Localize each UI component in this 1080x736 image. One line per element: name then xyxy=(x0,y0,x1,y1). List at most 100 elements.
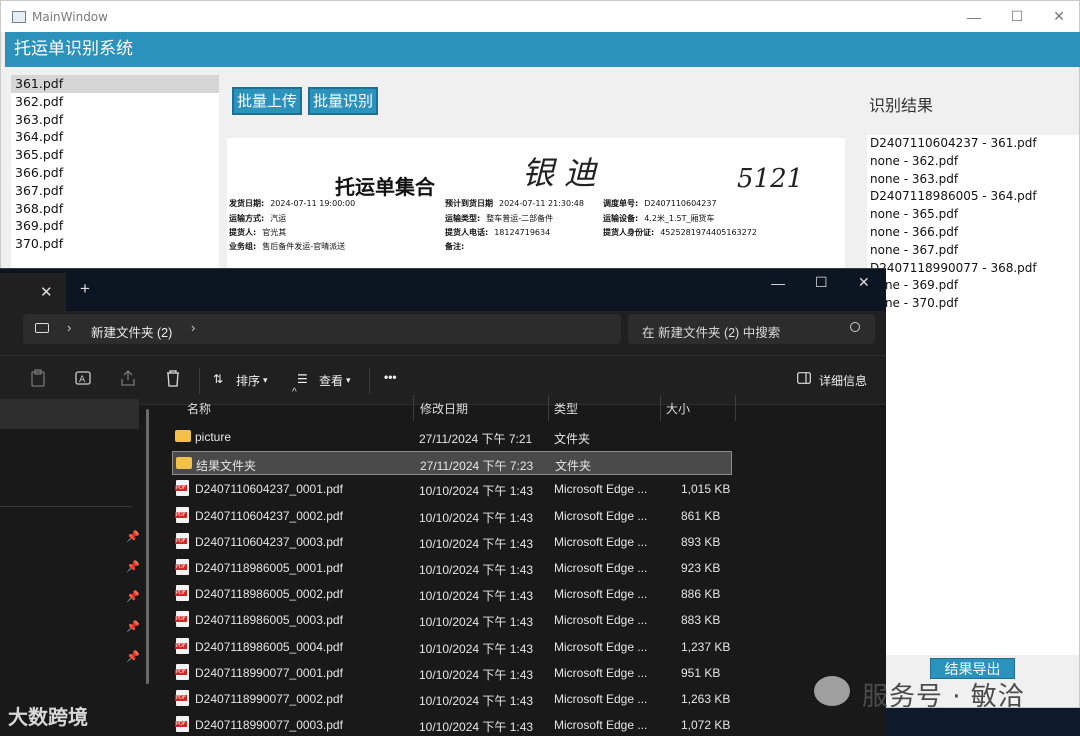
new-tab-icon[interactable]: + xyxy=(80,279,90,299)
file-type: 文件夹 xyxy=(555,459,592,474)
file-list[interactable]: 361.pdf 362.pdf 363.pdf 364.pdf 365.pdf 366.p… xyxy=(11,75,219,280)
pdf-icon xyxy=(175,690,189,706)
file-list-item[interactable]: 365.pdf xyxy=(11,146,219,164)
file-row[interactable]: D2407118990077_0002.pdf 10/10/2024 下午 1:4… xyxy=(172,687,732,711)
file-list-item[interactable]: 363.pdf xyxy=(11,111,219,129)
file-list-item[interactable]: 370.pdf xyxy=(11,235,219,253)
computer-icon[interactable] xyxy=(35,323,49,333)
batch-upload-button[interactable]: 批量上传 xyxy=(232,87,303,115)
file-list-item[interactable]: 362.pdf xyxy=(11,93,219,111)
paste-icon[interactable] xyxy=(30,369,46,387)
file-row[interactable]: D2407118986005_0001.pdf 10/10/2024 下午 1:4… xyxy=(172,556,732,580)
column-divider[interactable] xyxy=(660,395,661,421)
result-item[interactable]: none - 369.pdf xyxy=(867,277,1079,295)
breadcrumb[interactable]: 新建文件夹 (2) xyxy=(91,322,172,341)
search-input[interactable]: 在 新建文件夹 (2) 中搜索 xyxy=(628,314,875,344)
file-name: picture xyxy=(195,430,232,444)
details-pane-icon[interactable] xyxy=(797,372,811,384)
file-date: 10/10/2024 下午 1:43 xyxy=(419,510,534,525)
preview-field: 备注: xyxy=(445,241,470,252)
column-size[interactable]: 大小 xyxy=(666,400,690,426)
file-name: 结果文件夹 xyxy=(196,459,257,474)
sort-button[interactable]: 排序 xyxy=(236,372,260,389)
file-list-item[interactable]: 364.pdf xyxy=(11,128,219,146)
file-row[interactable]: D2407118990077_0001.pdf 10/10/2024 下午 1:4… xyxy=(172,661,732,685)
column-date[interactable]: 修改日期 xyxy=(420,400,468,426)
file-list-item[interactable]: 368.pdf xyxy=(11,200,219,218)
file-size: 951 KB xyxy=(681,665,721,680)
file-date: 27/11/2024 下午 7:21 xyxy=(419,432,533,446)
view-icon[interactable]: ☰ xyxy=(297,372,308,386)
minimize-button[interactable]: — xyxy=(951,1,997,32)
result-item[interactable]: none - 362.pdf xyxy=(867,153,1079,171)
result-item[interactable]: D2407110604237 - 361.pdf xyxy=(867,135,1079,153)
preview-field-value: D2407110604237 xyxy=(644,199,717,208)
result-item[interactable]: none - 370.pdf xyxy=(867,295,1079,313)
result-item[interactable]: D2407118990077 - 368.pdf xyxy=(867,260,1079,278)
close-tab-icon[interactable]: ✕ xyxy=(40,283,53,301)
preview-field-label: 提货人电话: xyxy=(445,228,489,237)
preview-field: 业务组: 售后备件发运-官晴派送 xyxy=(229,241,345,252)
file-row[interactable]: D2407110604237_0001.pdf 10/10/2024 下午 1:4… xyxy=(172,477,732,501)
preview-field: 提货人电话: 18124719634 xyxy=(445,227,550,238)
file-row[interactable]: D2407118986005_0002.pdf 10/10/2024 下午 1:4… xyxy=(172,582,732,606)
file-row[interactable]: 结果文件夹 27/11/2024 下午 7:23 文件夹 xyxy=(172,451,732,476)
rename-icon[interactable]: A xyxy=(75,369,91,387)
share-icon[interactable] xyxy=(120,369,136,387)
delete-icon[interactable] xyxy=(165,369,181,387)
file-name: D2407110604237_0002.pdf xyxy=(195,508,343,523)
result-item[interactable]: none - 366.pdf xyxy=(867,224,1079,242)
title-bar: MainWindow — ☐ ✕ xyxy=(1,1,1079,32)
file-type: Microsoft Edge ... xyxy=(554,692,648,706)
maximize-button[interactable]: ☐ xyxy=(994,1,1040,32)
file-list-item[interactable]: 361.pdf xyxy=(11,75,219,93)
pdf-icon xyxy=(175,611,189,628)
file-list-item[interactable]: 366.pdf xyxy=(11,164,219,182)
result-item[interactable]: none - 365.pdf xyxy=(867,206,1079,224)
pin-icon: 📌 xyxy=(126,651,140,663)
column-divider[interactable] xyxy=(548,395,549,421)
explorer-tab[interactable]: ✕ xyxy=(0,273,66,311)
preview-field-value: 452528197440516327​2 xyxy=(660,228,757,237)
pdf-icon xyxy=(175,532,189,549)
pin-icon: 📌 xyxy=(126,561,140,573)
column-name[interactable]: 名称 xyxy=(187,400,211,426)
explorer-tab-bar: ✕ + — ☐ ✕ xyxy=(0,269,886,311)
file-list-item[interactable]: 369.pdf xyxy=(11,217,219,235)
pin-icon: 📌 xyxy=(126,621,140,633)
file-size: 861 KB xyxy=(681,508,721,523)
results-list[interactable]: D2407110604237 - 361.pdf none - 362.pdf no… xyxy=(867,135,1079,655)
result-item[interactable]: D2407118986005 - 364.pdf xyxy=(867,188,1079,206)
file-type: 文件夹 xyxy=(554,432,591,446)
explorer-maximize-button[interactable]: ☐ xyxy=(815,274,828,291)
chevron-right-icon[interactable]: › xyxy=(191,320,195,335)
column-divider[interactable] xyxy=(735,395,736,421)
sort-icon[interactable]: ⇅ xyxy=(213,372,223,386)
address-bar[interactable]: › 新建文件夹 (2) › xyxy=(23,314,621,344)
pdf-icon xyxy=(175,637,189,654)
explorer-minimize-button[interactable]: — xyxy=(771,275,785,291)
view-button[interactable]: 查看 xyxy=(319,372,343,389)
nav-scrollbar[interactable] xyxy=(146,409,149,684)
file-row[interactable]: picture 27/11/2024 下午 7:21 文件夹 xyxy=(172,425,732,449)
file-date: 10/10/2024 下午 1:43 xyxy=(419,720,534,735)
file-row[interactable]: D2407118986005_0003.pdf 10/10/2024 下午 1:4… xyxy=(172,608,732,632)
batch-recognize-button[interactable]: 批量识别 xyxy=(308,87,379,115)
details-button[interactable]: 详细信息 xyxy=(819,372,867,389)
preview-field-label: 运输设备: xyxy=(603,214,639,223)
file-row[interactable]: D2407118990077_0003.pdf 10/10/2024 下午 1:4… xyxy=(172,713,732,736)
more-options-icon[interactable]: ••• xyxy=(384,370,397,384)
nav-selected-item[interactable] xyxy=(0,399,139,429)
file-list-item[interactable]: 367.pdf xyxy=(11,182,219,200)
file-row[interactable]: D2407110604237_0003.pdf 10/10/2024 下午 1:4… xyxy=(172,530,732,554)
result-item[interactable]: none - 363.pdf xyxy=(867,171,1079,189)
result-item[interactable]: none - 367.pdf xyxy=(867,242,1079,260)
file-row[interactable]: D2407110604237_0002.pdf 10/10/2024 下午 1:4… xyxy=(172,504,732,528)
file-row[interactable]: D2407118986005_0004.pdf 10/10/2024 下午 1:4… xyxy=(172,635,732,659)
explorer-close-button[interactable]: ✕ xyxy=(858,274,870,291)
toolbar-divider xyxy=(199,368,200,394)
close-button[interactable]: ✕ xyxy=(1036,1,1080,32)
file-type: Microsoft Edge ... xyxy=(554,587,648,602)
column-type[interactable]: 类型 xyxy=(554,400,578,426)
column-divider[interactable] xyxy=(413,395,414,421)
